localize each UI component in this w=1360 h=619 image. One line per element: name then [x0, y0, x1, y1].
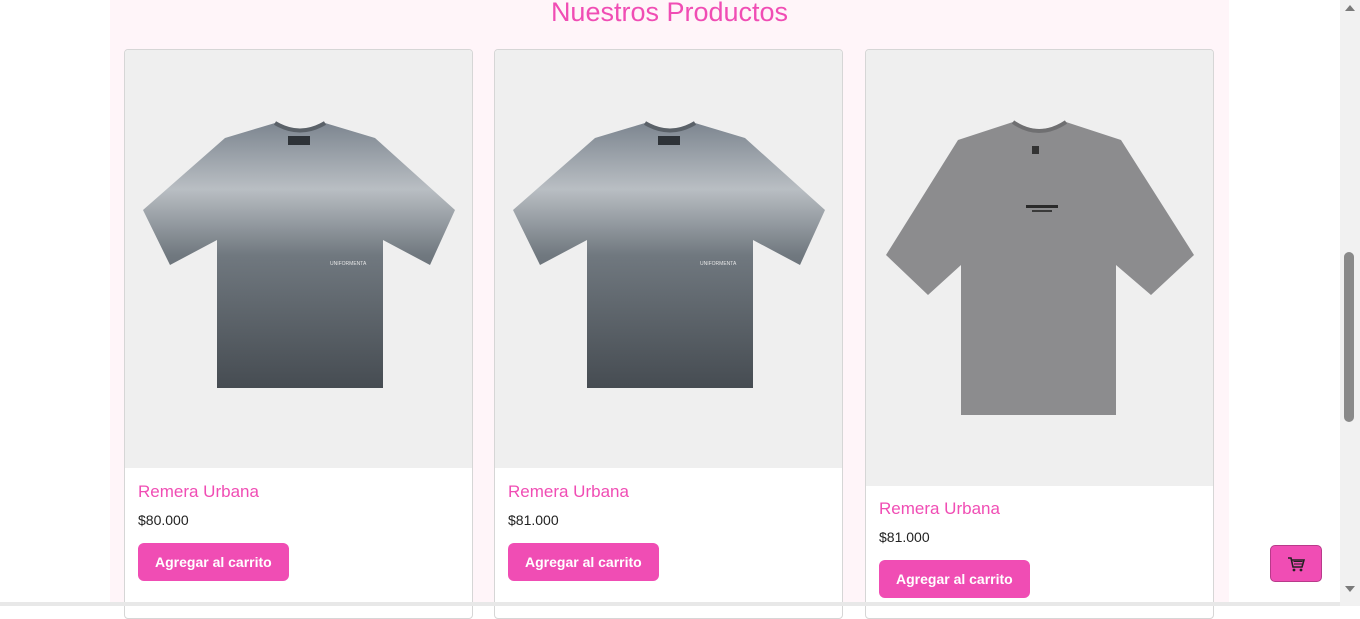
- svg-text:UNIFORMENTA: UNIFORMENTA: [700, 261, 737, 267]
- product-name: Remera Urbana: [879, 499, 1000, 518]
- cart-icon: [1288, 556, 1305, 571]
- cart-button[interactable]: [1270, 545, 1322, 582]
- section-title: Nuestros Productos: [550, 0, 789, 27]
- add-to-cart-button[interactable]: Agregar al carrito: [138, 543, 289, 581]
- product-price: $80.000: [138, 512, 189, 528]
- products-section: Nuestros Productos UNIFORMENTA Remera Ur…: [110, 0, 1229, 619]
- product-image[interactable]: UNIFORMENTA: [495, 50, 842, 468]
- tshirt-gray-icon: [886, 120, 1194, 415]
- horizontal-scrollbar[interactable]: [0, 602, 1340, 606]
- svg-text:UNIFORMENTA: UNIFORMENTA: [330, 261, 367, 267]
- scroll-up-arrow-icon[interactable]: [1345, 5, 1355, 11]
- scroll-down-arrow-icon[interactable]: [1345, 586, 1355, 592]
- tshirt-gradient-icon: UNIFORMENTA: [143, 121, 455, 388]
- add-to-cart-button[interactable]: Agregar al carrito: [879, 560, 1030, 598]
- product-price: $81.000: [508, 512, 559, 528]
- product-image[interactable]: UNIFORMENTA: [125, 50, 472, 468]
- tshirt-gradient-icon: UNIFORMENTA: [513, 121, 825, 388]
- product-name: Remera Urbana: [138, 482, 259, 501]
- vertical-scrollbar[interactable]: [1340, 0, 1360, 606]
- add-to-cart-button[interactable]: Agregar al carrito: [508, 543, 659, 581]
- product-name: Remera Urbana: [508, 482, 629, 501]
- product-card: UNIFORMENTA Remera Urbana $81.000 Agrega…: [494, 49, 843, 619]
- product-price: $81.000: [879, 529, 930, 545]
- product-card: Remera Urbana $81.000 Agregar al carrito: [865, 49, 1214, 619]
- scrollbar-thumb[interactable]: [1344, 252, 1354, 422]
- product-image[interactable]: [866, 50, 1213, 486]
- product-card: UNIFORMENTA Remera Urbana $80.000 Agrega…: [124, 49, 473, 619]
